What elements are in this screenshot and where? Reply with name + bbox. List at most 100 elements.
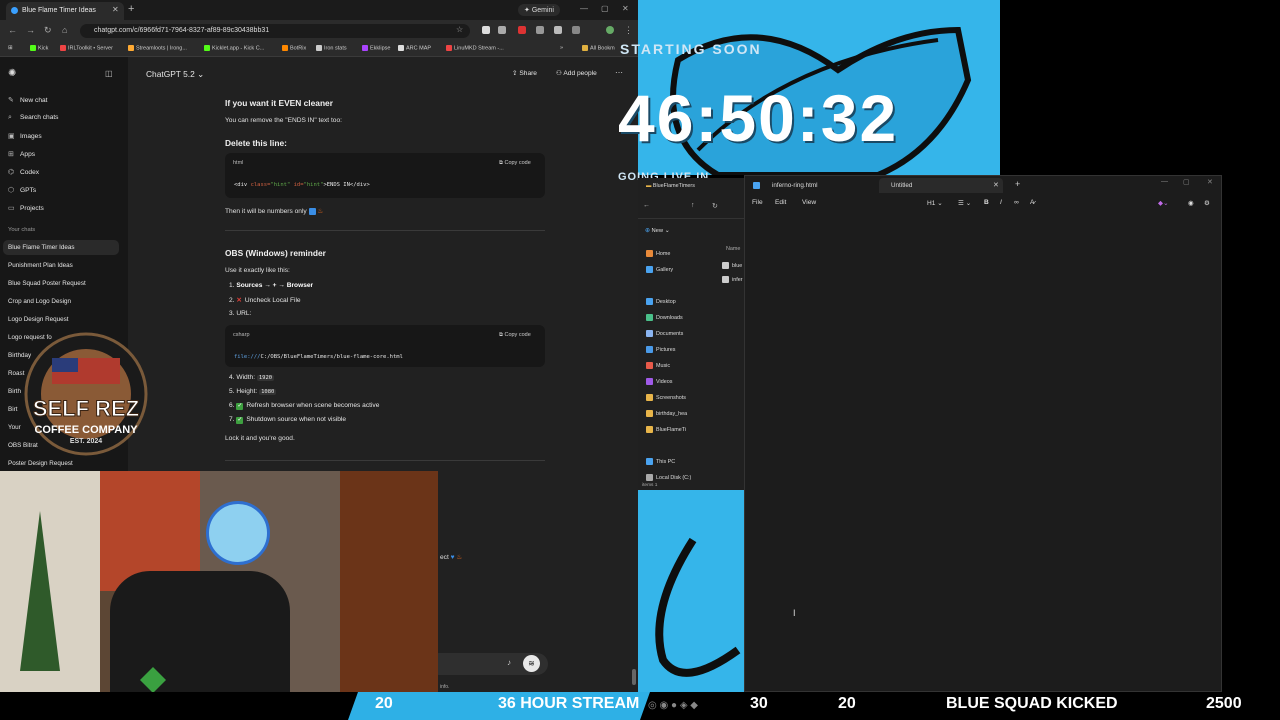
bookmark-item[interactable]: LinuMKD Stream -... (446, 45, 504, 51)
more-options-icon[interactable]: ⋯ (615, 68, 623, 77)
url-input[interactable]: chatgpt.com/c/6966fd71-7964-8327-af89-89… (80, 24, 470, 38)
chat-item[interactable]: Crop and Logo Design (3, 294, 119, 309)
maximize-icon[interactable]: ▢ (1183, 178, 1190, 186)
nav-item-documents[interactable]: Documents (646, 330, 683, 337)
menu-view[interactable]: View (802, 199, 816, 206)
bold-icon[interactable]: B (984, 199, 989, 206)
copilot-icon[interactable]: ◆⌄ (1158, 199, 1169, 207)
notepad-tab-active[interactable]: Untitled ✕ (879, 178, 1003, 193)
menu-file[interactable]: File (752, 199, 763, 206)
nav-item-music[interactable]: Music (646, 362, 670, 369)
nav-item-this-pc[interactable]: This PC (646, 458, 675, 465)
copy-code-button[interactable]: ⧉ Copy code (499, 160, 531, 167)
chat-item[interactable]: Logo Design Request (3, 312, 119, 327)
link-icon[interactable]: ∞ (1014, 199, 1019, 206)
back-icon[interactable]: ← (8, 25, 17, 35)
chat-item[interactable]: Poster Design Request (3, 456, 119, 471)
file-item[interactable]: infer (722, 276, 743, 283)
bookmark-item[interactable]: Ekklipse (362, 45, 390, 51)
apps-grid-icon[interactable]: ⊞ (8, 45, 13, 51)
up-icon[interactable]: ↑ (691, 202, 695, 209)
paragraph: Then it will be numbers only ♨ (225, 207, 324, 215)
nav-item-downloads[interactable]: Downloads (646, 314, 683, 321)
openai-logo-icon[interactable]: ✺ (8, 68, 16, 79)
chevron-right-icon[interactable]: » (560, 45, 563, 51)
copy-code-button[interactable]: ⧉ Copy code (499, 332, 531, 339)
nav-item-pictures[interactable]: Pictures (646, 346, 675, 353)
sidebar-item-projects[interactable]: ▭ Projects (8, 204, 44, 212)
file-item[interactable]: blue (722, 262, 742, 269)
bookmark-star-icon[interactable]: ☆ (456, 25, 463, 34)
extension-icon[interactable] (572, 26, 580, 34)
message-input[interactable]: ♪ ≋ (428, 653, 548, 675)
settings-gear-icon[interactable]: ⚙ (1204, 199, 1210, 207)
forward-icon[interactable]: → (26, 25, 35, 35)
gemini-button[interactable]: ✦ Gemini (518, 4, 560, 16)
maximize-icon[interactable]: ▢ (601, 4, 609, 13)
nav-item-videos[interactable]: Videos (646, 378, 672, 385)
nav-item-local-disk[interactable]: Local Disk (C:) (646, 474, 691, 481)
minimize-icon[interactable]: — (1161, 178, 1168, 185)
bookmark-item[interactable]: Kicklet.app - Kick C... (204, 45, 264, 51)
sidebar-item-gpts[interactable]: ⬡ GPTs (8, 186, 36, 194)
close-window-icon[interactable]: ✕ (1207, 178, 1213, 186)
close-window-icon[interactable]: ✕ (622, 4, 629, 13)
chat-item[interactable]: Blue Squad Poster Request (3, 276, 119, 291)
bookmark-item[interactable]: Streamloots | Irong... (128, 45, 187, 51)
bookmark-item[interactable]: BotRix (282, 45, 306, 51)
notepad-tab[interactable]: inferno-ring.html (772, 182, 818, 189)
sidebar-item-images[interactable]: ▣ Images (8, 132, 42, 140)
sidebar-item-codex[interactable]: ⌬ Codex (8, 168, 39, 176)
share-button[interactable]: ⇪ Share (512, 69, 537, 77)
browser-tab[interactable]: Blue Flame Timer Ideas (6, 2, 124, 20)
heading-select[interactable]: H1 ⌄ (927, 199, 943, 207)
close-tab-icon[interactable]: ✕ (112, 5, 119, 14)
extension-icon[interactable] (482, 26, 490, 34)
nav-item-desktop[interactable]: Desktop (646, 298, 676, 305)
chat-item[interactable]: Punishment Plan Ideas (3, 258, 119, 273)
minimize-icon[interactable]: — (580, 4, 588, 13)
extension-icon[interactable] (498, 26, 506, 34)
nav-item-folder[interactable]: birthday_hea (646, 410, 687, 417)
bookmark-item[interactable]: Kick (30, 45, 48, 51)
bookmark-item[interactable]: Iron stats (316, 45, 347, 51)
sidebar-item-search[interactable]: ⌕ Search chats (8, 114, 58, 122)
nav-item-gallery[interactable]: Gallery (646, 266, 673, 273)
home-icon[interactable]: ⌂ (62, 25, 67, 35)
extension-icon[interactable] (518, 26, 526, 34)
bookmark-item[interactable]: IRLToolkit • Server (60, 45, 113, 51)
reload-icon[interactable]: ↻ (44, 25, 52, 36)
scrollbar[interactable] (632, 669, 636, 685)
column-name[interactable]: Name (726, 246, 740, 252)
all-bookmarks[interactable]: All Bookm (582, 45, 615, 51)
sidebar-item-apps[interactable]: ⊞ Apps (8, 150, 35, 158)
chat-item[interactable]: Blue Flame Timer Ideas (3, 240, 119, 255)
explorer-tab[interactable]: ▬ BlueFlameTimers (646, 183, 695, 189)
account-icon[interactable]: ◉ (1188, 199, 1194, 207)
new-tab-icon[interactable]: + (1015, 179, 1020, 189)
refresh-icon[interactable]: ↻ (712, 202, 718, 210)
check-mark-icon: ✓ (236, 403, 244, 410)
profile-avatar[interactable] (606, 26, 614, 34)
sidebar-item-new-chat[interactable]: ✎ New chat (8, 96, 48, 104)
voice-mode-button[interactable]: ≋ (523, 655, 540, 672)
nav-item-home[interactable]: Home (646, 250, 670, 257)
menu-icon[interactable]: ⋮ (624, 25, 633, 36)
new-tab-icon[interactable]: + (128, 3, 134, 15)
italic-icon[interactable]: I (1000, 199, 1002, 206)
new-button[interactable]: ⊕ New ⌄ (645, 228, 670, 234)
menu-edit[interactable]: Edit (775, 199, 786, 206)
close-tab-icon[interactable]: ✕ (993, 181, 999, 189)
add-people-button[interactable]: ⚇ Add people (556, 69, 597, 77)
list-format-icon[interactable]: ☰ ⌄ (958, 199, 971, 207)
extension-icon[interactable] (536, 26, 544, 34)
bookmark-item[interactable]: ARC MAP (398, 45, 431, 51)
nav-item-folder[interactable]: BlueFlameTi (646, 426, 686, 433)
sidebar-toggle-icon[interactable]: ◫ (105, 69, 113, 78)
back-icon[interactable]: ← (643, 202, 650, 209)
extension-icon[interactable] (554, 26, 562, 34)
clear-format-icon[interactable]: A̷ (1030, 199, 1034, 206)
nav-item-screenshots[interactable]: Screenshots (646, 394, 686, 401)
model-selector[interactable]: ChatGPT 5.2 ⌄ (146, 69, 204, 79)
microphone-icon[interactable]: ♪ (507, 658, 511, 667)
